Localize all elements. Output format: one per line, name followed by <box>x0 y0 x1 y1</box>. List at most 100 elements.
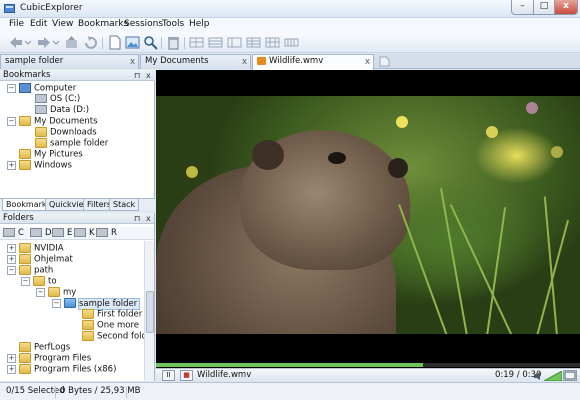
bookmark-downloads[interactable]: Downloads <box>35 127 97 138</box>
folder-nvidia[interactable]: + NVIDIA <box>7 243 64 254</box>
scrollbar-thumb[interactable] <box>146 291 154 333</box>
bookmark-my-documents[interactable]: − My Documents <box>7 116 98 127</box>
tab-close-button[interactable]: x <box>130 56 135 69</box>
folder-perflogs[interactable]: PerfLogs <box>7 342 70 353</box>
menu-bar: File Edit View Bookmarks Sessions Tools … <box>0 18 580 33</box>
collapse-icon[interactable]: − <box>21 276 30 286</box>
bookmark-os-c[interactable]: OS (C:) <box>35 94 80 104</box>
forward-icon[interactable] <box>36 35 60 50</box>
minimize-button[interactable]: – <box>511 0 534 15</box>
folders-title: Folders <box>3 213 34 223</box>
expand-icon[interactable]: + <box>7 160 16 170</box>
pin-icon[interactable]: ⊓ <box>134 70 140 81</box>
folder-first-folder[interactable]: First folder <box>82 309 142 320</box>
folder-icon <box>19 160 31 170</box>
menu-edit[interactable]: Edit <box>30 19 47 29</box>
view-thumbnails-icon[interactable] <box>265 35 280 50</box>
folder-icon <box>82 309 94 319</box>
drive-icon <box>96 228 108 237</box>
folder-icon <box>19 243 31 253</box>
folder-icon <box>82 320 94 330</box>
pane-close-button[interactable]: x <box>146 213 151 224</box>
seek-bar-fill <box>156 363 423 367</box>
bookmark-my-pictures[interactable]: My Pictures <box>19 149 83 160</box>
folders-panel: Folders ⊓ x C D E K R + NVIDIA + Ohjelmat … <box>0 213 155 381</box>
tab-label: sample folder <box>5 56 64 66</box>
folder-my[interactable]: − my <box>36 287 76 298</box>
collapse-icon[interactable]: − <box>52 298 61 308</box>
refresh-icon[interactable] <box>83 35 98 50</box>
view-large-icon[interactable] <box>189 35 204 50</box>
video-frame[interactable] <box>156 96 580 334</box>
folder-sample-folder[interactable]: − sample folder <box>52 297 141 310</box>
back-icon[interactable] <box>8 35 32 50</box>
menu-sessions[interactable]: Sessions <box>124 19 163 29</box>
collapse-icon[interactable]: − <box>36 287 45 297</box>
bookmark-data-d[interactable]: Data (D:) <box>35 105 89 115</box>
fullscreen-icon[interactable] <box>563 370 577 381</box>
menu-file[interactable]: File <box>9 19 24 29</box>
media-filename: Wildlife.wmv <box>197 370 252 380</box>
pin-icon[interactable]: ⊓ <box>134 213 140 224</box>
expand-icon[interactable]: + <box>7 243 16 253</box>
drive-c[interactable]: C <box>3 228 24 238</box>
folders-scrollbar[interactable] <box>144 241 154 381</box>
bookmarks-header: Bookmarks ⊓ x <box>0 70 155 81</box>
up-folder-icon[interactable] <box>64 35 79 50</box>
volume-slider[interactable] <box>542 370 563 382</box>
bookmark-windows[interactable]: + Windows <box>7 160 72 171</box>
folder-icon <box>48 287 60 297</box>
bookmark-computer[interactable]: − Computer <box>7 83 76 94</box>
folder-ohjelmat[interactable]: + Ohjelmat <box>7 254 73 265</box>
pane-close-button[interactable]: x <box>146 70 151 81</box>
menu-bookmarks[interactable]: Bookmarks <box>78 19 128 29</box>
image-view-icon[interactable] <box>125 35 140 50</box>
folder-path[interactable]: − path <box>7 265 53 276</box>
collapse-icon[interactable]: − <box>7 265 16 275</box>
expand-icon[interactable]: + <box>7 364 16 374</box>
new-file-icon[interactable] <box>107 35 122 50</box>
bookmark-sample-folder[interactable]: sample folder <box>35 138 108 149</box>
new-tab-icon[interactable] <box>378 56 390 67</box>
drive-d[interactable]: D <box>30 228 52 238</box>
folder-to[interactable]: − to <box>21 276 57 287</box>
drive-k[interactable]: K <box>74 228 95 238</box>
tab-my-documents[interactable]: My Documents x <box>140 54 251 69</box>
drive-e[interactable]: E <box>52 228 72 238</box>
tab-wildlife-wmv[interactable]: Wildlife.wmv x <box>252 54 374 70</box>
menu-view[interactable]: View <box>52 19 73 29</box>
tab-close-button[interactable]: x <box>365 56 370 69</box>
recycle-bin-icon[interactable] <box>166 35 181 50</box>
bookmarks-title: Bookmarks <box>3 70 51 80</box>
tab-stack[interactable]: Stack <box>109 199 140 211</box>
view-small-icon[interactable] <box>208 35 223 50</box>
folder-program-files-x86[interactable]: + Program Files (x86) <box>7 364 116 375</box>
folder-icon <box>35 127 47 137</box>
search-icon[interactable] <box>143 35 158 50</box>
menu-tools[interactable]: Tools <box>162 19 184 29</box>
close-button[interactable]: x <box>554 0 578 15</box>
drive-r[interactable]: R <box>96 228 117 238</box>
expand-icon[interactable]: + <box>7 353 16 363</box>
tab-sample-folder[interactable]: sample folder x <box>0 54 139 69</box>
speaker-icon[interactable] <box>534 372 542 380</box>
folder-one-more[interactable]: One more <box>82 320 139 331</box>
menu-help[interactable]: Help <box>189 19 210 29</box>
view-filmstrip-icon[interactable] <box>284 35 299 50</box>
expand-icon[interactable]: + <box>7 254 16 264</box>
collapse-icon[interactable]: − <box>7 116 16 126</box>
status-bar: 0/15 Selected 0 Bytes / 25,93 MB <box>0 382 580 400</box>
view-details-icon[interactable] <box>246 35 261 50</box>
folder-program-files[interactable]: + Program Files <box>7 353 91 364</box>
collapse-icon[interactable]: − <box>7 83 16 93</box>
maximize-button[interactable]: □ <box>533 0 555 15</box>
pause-button[interactable]: II <box>162 370 175 381</box>
view-list-icon[interactable] <box>227 35 242 50</box>
folders-header: Folders ⊓ x <box>0 213 154 224</box>
bookmarks-panel: Bookmarks ⊓ x − Computer OS (C:) Data (D:… <box>0 70 155 211</box>
folder-icon <box>19 353 31 363</box>
tab-close-button[interactable]: x <box>242 56 247 69</box>
selection-size: 0 Bytes / 25,93 MB <box>60 386 141 396</box>
stop-button[interactable]: ■ <box>180 370 193 381</box>
folder-icon <box>19 265 31 275</box>
